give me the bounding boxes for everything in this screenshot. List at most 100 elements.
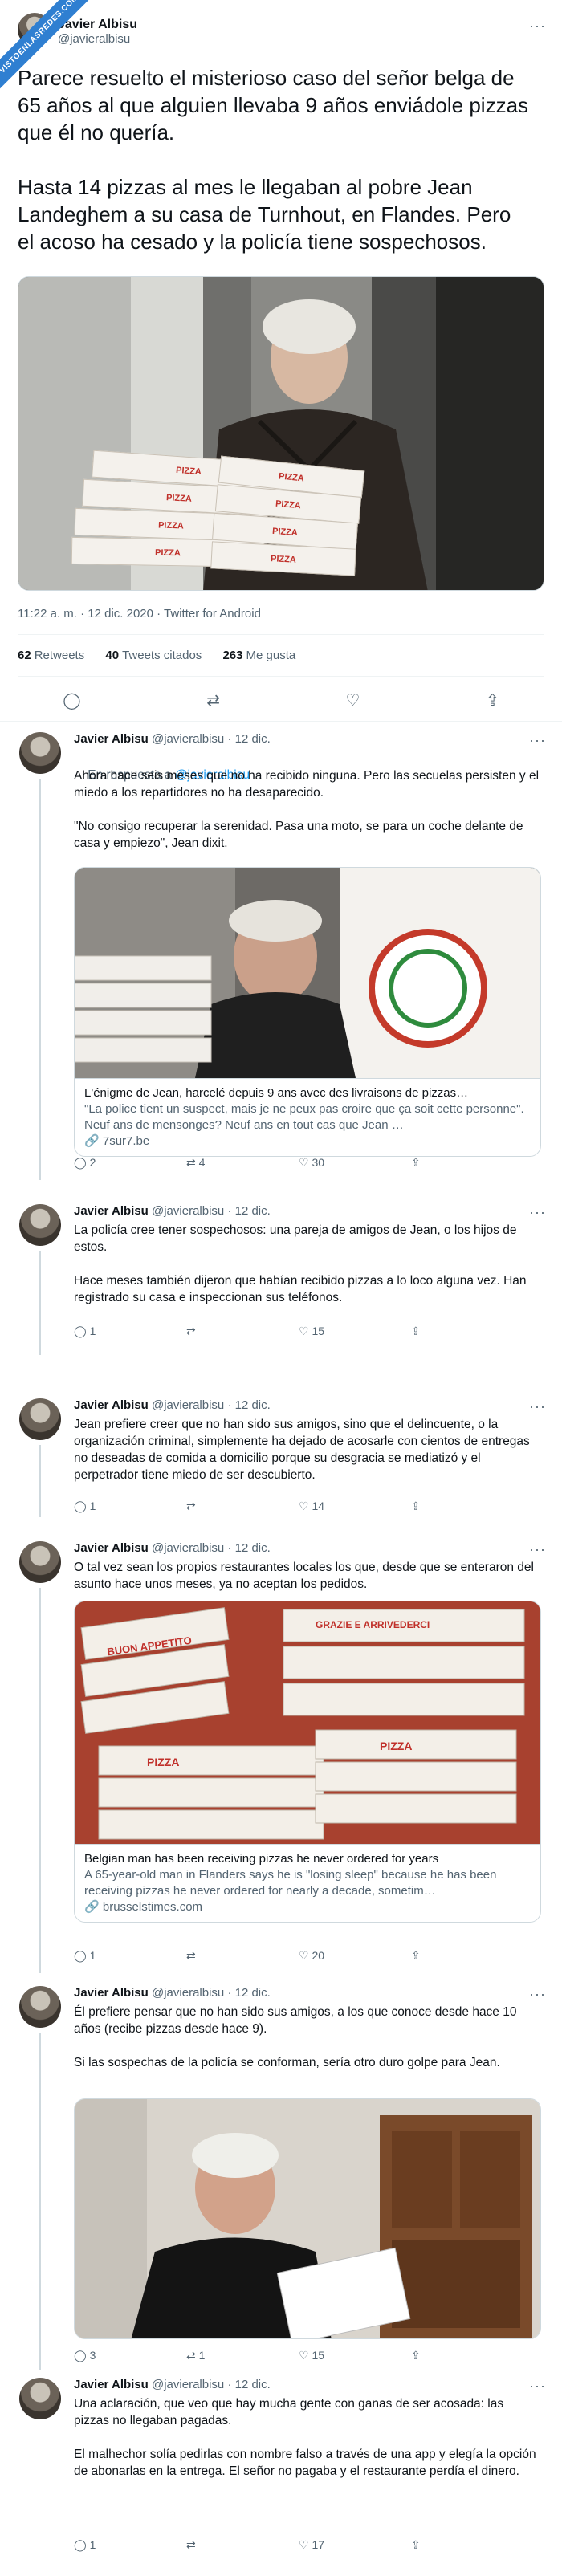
author-handle[interactable]: @javieralbisu: [152, 1398, 224, 1412]
reply-button[interactable]: ◯ 2: [74, 1156, 186, 1170]
like-button[interactable]: ♡ 20: [299, 1949, 411, 1963]
like-icon: ♡: [299, 1156, 309, 1169]
like-icon: ♡: [299, 2349, 309, 2362]
share-icon: ⇪: [411, 2349, 421, 2362]
reply-date[interactable]: · 12 dic.: [227, 1541, 270, 1555]
share-button[interactable]: ⇪: [411, 1325, 523, 1338]
divider: [0, 721, 562, 722]
reply-button[interactable]: ◯ 1: [74, 1500, 186, 1513]
retweet-button[interactable]: ⇄ 1: [186, 2349, 299, 2362]
divider: [18, 634, 544, 635]
avatar[interactable]: [19, 732, 61, 774]
author-handle[interactable]: @javieralbisu: [152, 732, 224, 746]
retweet-icon[interactable]: ⇄: [206, 690, 220, 710]
avatar[interactable]: [19, 1398, 61, 1440]
author-handle[interactable]: @javieralbisu: [152, 1541, 224, 1555]
reply-tweet[interactable]: Javier Albisu @javieralbisu · 12 dic. ··…: [0, 732, 562, 1182]
author-name[interactable]: Javier Albisu: [74, 732, 149, 746]
card-photo: [75, 1601, 540, 1844]
reply-button[interactable]: ◯ 1: [74, 1325, 186, 1338]
reply-icon: ◯: [74, 1325, 87, 1337]
reply-header: Javier Albisu @javieralbisu · 12 dic.: [74, 732, 271, 746]
card-domain: 🔗 brusselstimes.com: [84, 1900, 203, 1914]
author-handle[interactable]: @javieralbisu: [58, 32, 137, 46]
tweet-timestamp[interactable]: 11:22 a. m. · 12 dic. 2020 · Twitter for…: [18, 607, 261, 621]
reply-icon: ◯: [74, 1500, 87, 1512]
thread-line: [39, 2033, 41, 2370]
avatar[interactable]: [19, 2378, 61, 2419]
like-button[interactable]: ♡ 15: [299, 2349, 411, 2362]
reply-date[interactable]: · 12 dic.: [227, 732, 270, 746]
reply-tweet[interactable]: Javier Albisu @javieralbisu · 12 dic. ··…: [0, 1204, 562, 1357]
author-handle[interactable]: @javieralbisu: [152, 1986, 224, 2000]
reply-actions: ◯ 1 ⇄ ♡ 20 ⇪: [74, 1949, 523, 1963]
reply-icon: ◯: [74, 1949, 87, 1962]
quotes-stat[interactable]: 40 Tweets citados: [105, 649, 202, 662]
share-button[interactable]: ⇪: [411, 2349, 523, 2362]
author-handle[interactable]: @javieralbisu: [152, 2378, 224, 2391]
retweet-icon: ⇄: [186, 1500, 196, 1512]
divider: [18, 676, 544, 677]
reply-button[interactable]: ◯ 1: [74, 2538, 186, 2552]
tweet-photo[interactable]: PIZZA PIZZA PIZZA PIZZA PIZZA PIZZA PIZZ…: [18, 276, 544, 591]
author-name[interactable]: Javier Albisu: [74, 1204, 149, 1218]
more-icon[interactable]: ···: [529, 1986, 546, 2003]
avatar[interactable]: [19, 1541, 61, 1583]
like-icon[interactable]: ♡: [345, 690, 360, 710]
reply-tweet[interactable]: Javier Albisu @javieralbisu · 12 dic. ··…: [0, 2378, 562, 2554]
avatar[interactable]: [19, 1204, 61, 1246]
retweets-stat[interactable]: 62 Retweets: [18, 649, 84, 662]
share-button[interactable]: ⇪: [411, 1156, 523, 1170]
more-icon[interactable]: ···: [529, 732, 546, 749]
reply-icon[interactable]: ◯: [63, 690, 80, 710]
tweet-text: Parece resuelto el misterioso caso del s…: [18, 66, 529, 254]
retweet-icon: ⇄: [186, 1156, 196, 1169]
retweet-button[interactable]: ⇄: [186, 2538, 299, 2552]
box-print: PIZZA: [380, 1740, 413, 1752]
retweet-button[interactable]: ⇄: [186, 1325, 299, 1338]
reply-text: La policía cree tener sospechosos: una p…: [74, 1223, 527, 1304]
reply-header: Javier Albisu @javieralbisu · 12 dic.: [74, 1398, 271, 1412]
share-button[interactable]: ⇪: [411, 1949, 523, 1963]
reply-tweet[interactable]: Javier Albisu @javieralbisu · 12 dic. ··…: [0, 1541, 562, 1975]
like-button[interactable]: ♡ 15: [299, 1325, 411, 1338]
more-icon[interactable]: ···: [529, 1398, 546, 1415]
author-name[interactable]: Javier Albisu: [74, 1986, 149, 2000]
reply-button[interactable]: ◯ 3: [74, 2349, 186, 2362]
reply-photo[interactable]: [74, 2098, 541, 2339]
reply-date[interactable]: · 12 dic.: [227, 1204, 270, 1218]
retweet-button[interactable]: ⇄: [186, 1500, 299, 1513]
reply-date[interactable]: · 12 dic.: [227, 2378, 270, 2391]
author-name[interactable]: Javier Albisu: [74, 1541, 149, 1555]
more-icon[interactable]: ···: [529, 1204, 546, 1221]
like-icon: ♡: [299, 1325, 309, 1337]
reply-actions: ◯ 1 ⇄ ♡ 17 ⇪: [74, 2538, 523, 2552]
reply-tweet[interactable]: Javier Albisu @javieralbisu · 12 dic. ··…: [0, 1986, 562, 2371]
author-handle[interactable]: @javieralbisu: [152, 1204, 224, 1218]
avatar[interactable]: [19, 1986, 61, 2028]
likes-stat[interactable]: 263 Me gusta: [222, 649, 295, 662]
author-name[interactable]: Javier Albisu: [74, 1398, 149, 1412]
share-button[interactable]: ⇪: [411, 1500, 523, 1513]
reply-button[interactable]: ◯ 1: [74, 1949, 186, 1963]
more-icon[interactable]: ···: [529, 18, 546, 35]
reply-date[interactable]: · 12 dic.: [227, 1398, 270, 1412]
like-button[interactable]: ♡ 30: [299, 1156, 411, 1170]
retweet-button[interactable]: ⇄: [186, 1949, 299, 1963]
like-button[interactable]: ♡ 17: [299, 2538, 411, 2552]
reply-text: Él prefiere pensar que no han sido sus a…: [74, 2005, 517, 2069]
share-button[interactable]: ⇪: [411, 2538, 523, 2552]
share-icon[interactable]: ⇪: [486, 690, 499, 710]
more-icon[interactable]: ···: [529, 2378, 546, 2395]
retweet-button[interactable]: ⇄ 4: [186, 1156, 299, 1170]
like-icon: ♡: [299, 2538, 309, 2551]
reply-date[interactable]: · 12 dic.: [227, 1986, 270, 2000]
author-name[interactable]: Javier Albisu: [74, 2378, 149, 2391]
link-card[interactable]: L'énigme de Jean, harcelé depuis 9 ans a…: [74, 867, 541, 1157]
reply-tweet[interactable]: Javier Albisu @javieralbisu · 12 dic. ··…: [0, 1398, 562, 1519]
link-card[interactable]: BUON APPETITO GRAZIE E ARRIVEDERCI PIZZA…: [74, 1601, 541, 1923]
reply-header: Javier Albisu @javieralbisu · 12 dic.: [74, 1204, 271, 1218]
like-button[interactable]: ♡ 14: [299, 1500, 411, 1513]
author-name[interactable]: Javier Albisu: [58, 18, 137, 32]
more-icon[interactable]: ···: [529, 1541, 546, 1558]
